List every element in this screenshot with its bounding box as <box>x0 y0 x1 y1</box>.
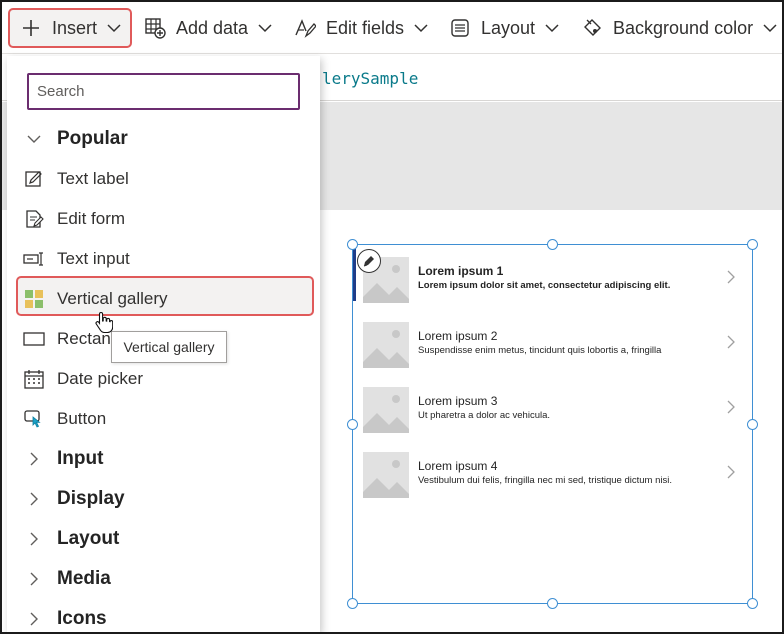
insert-item-date-picker[interactable]: Date picker <box>7 359 320 399</box>
rectangle-icon <box>23 328 45 350</box>
insert-item-label: Button <box>57 409 107 428</box>
resize-handle-top[interactable] <box>547 239 558 250</box>
gallery-item-title: Lorem ipsum 3 <box>418 394 498 408</box>
insert-item-label: Text label <box>57 169 129 188</box>
gallery-item-subtitle: Suspendisse enim metus, tincidunt quis l… <box>418 345 662 356</box>
resize-handle-left[interactable] <box>347 419 358 430</box>
chevron-right-icon[interactable] <box>725 399 737 415</box>
button-icon <box>23 408 45 430</box>
chevron-right-icon[interactable] <box>725 334 737 350</box>
edit-fields-label: Edit fields <box>326 17 405 38</box>
chevron-right-icon <box>23 568 45 590</box>
chevron-down-icon <box>545 23 559 33</box>
plus-icon <box>20 17 42 39</box>
chevron-down-icon <box>258 23 272 33</box>
layout-icon <box>449 17 471 39</box>
pencil-icon[interactable] <box>357 249 381 273</box>
add-data-label: Add data <box>176 17 249 38</box>
gallery-item-subtitle: Ut pharetra a dolor ac vehicula. <box>418 410 551 421</box>
resize-handle-top-left[interactable] <box>347 239 358 250</box>
table-add-icon <box>144 17 166 39</box>
paint-bucket-icon <box>581 17 603 39</box>
gallery-item-title: Lorem ipsum 1 <box>418 264 504 278</box>
chevron-down-icon <box>107 23 121 33</box>
background-color-label: Background color <box>613 17 754 38</box>
insert-item-edit-form[interactable]: Edit form <box>7 199 320 239</box>
gallery-item-subtitle: Vestibulum dui felis, fringilla nec mi s… <box>418 475 672 486</box>
category-label: Layout <box>57 528 120 549</box>
insert-item-button[interactable]: Button <box>7 399 320 439</box>
insert-item-label: Vertical gallery <box>57 289 168 308</box>
background-color-button[interactable]: Background color <box>581 8 777 48</box>
edit-fields-button[interactable]: Edit fields <box>294 8 428 48</box>
chevron-right-icon <box>23 448 45 470</box>
chevron-right-icon <box>23 488 45 510</box>
vertical-gallery-icon <box>23 288 45 310</box>
category-label: Icons <box>57 608 107 629</box>
image-placeholder-icon <box>363 387 409 433</box>
category-input[interactable]: Input <box>7 439 320 479</box>
image-placeholder-icon <box>363 322 409 368</box>
insert-item-text-label[interactable]: Text label <box>7 159 320 199</box>
category-label: Media <box>57 568 111 589</box>
category-layout[interactable]: Layout <box>7 519 320 559</box>
category-display[interactable]: Display <box>7 479 320 519</box>
chevron-down-icon <box>414 23 428 33</box>
resize-handle-top-right[interactable] <box>747 239 758 250</box>
chevron-right-icon[interactable] <box>725 269 737 285</box>
layout-label: Layout <box>481 17 536 38</box>
category-media[interactable]: Media <box>7 559 320 599</box>
date-picker-icon <box>23 368 45 390</box>
hand-cursor-icon <box>95 311 114 338</box>
gallery-item[interactable]: Lorem ipsum 4 Vestibulum dui felis, frin… <box>353 440 752 502</box>
category-icons[interactable]: Icons <box>7 599 320 632</box>
command-bar: Insert Add data Edit fields Layout Backg… <box>2 2 782 54</box>
edit-fields-icon <box>294 17 316 39</box>
category-label: Display <box>57 488 125 509</box>
insert-item-label: Text input <box>57 249 130 268</box>
gallery-item-subtitle: Lorem ipsum dolor sit amet, consectetur … <box>418 280 671 291</box>
resize-handle-bottom[interactable] <box>547 598 558 609</box>
layout-button[interactable]: Layout <box>449 8 559 48</box>
chevron-down-icon <box>23 128 45 150</box>
add-data-button[interactable]: Add data <box>144 8 272 48</box>
insert-item-label: Date picker <box>57 369 143 388</box>
insert-item-text-input[interactable]: Text input <box>7 239 320 279</box>
gallery-item[interactable]: Lorem ipsum 2 Suspendisse enim metus, ti… <box>353 310 752 372</box>
resize-handle-right[interactable] <box>747 419 758 430</box>
insert-item-vertical-gallery[interactable]: Vertical gallery <box>7 279 320 319</box>
formula-value: lerySample <box>322 69 419 88</box>
resize-handle-bottom-left[interactable] <box>347 598 358 609</box>
gallery-item-title: Lorem ipsum 2 <box>418 329 498 343</box>
text-input-icon <box>23 248 45 270</box>
insert-item-label: Edit form <box>57 209 126 228</box>
category-popular[interactable]: Popular <box>7 119 320 159</box>
tooltip: Vertical gallery <box>111 331 227 363</box>
text-label-icon <box>23 168 45 190</box>
gallery-item[interactable]: Lorem ipsum 1 Lorem ipsum dolor sit amet… <box>353 245 752 307</box>
category-label: Popular <box>57 128 128 149</box>
edit-form-icon <box>23 208 45 230</box>
resize-handle-bottom-right[interactable] <box>747 598 758 609</box>
chevron-right-icon <box>23 608 45 630</box>
chevron-right-icon[interactable] <box>725 464 737 480</box>
search-input[interactable] <box>27 73 300 110</box>
chevron-right-icon <box>23 528 45 550</box>
image-placeholder-icon <box>363 452 409 498</box>
insert-label: Insert <box>52 17 98 38</box>
gallery-item-title: Lorem ipsum 4 <box>418 459 498 473</box>
vertical-gallery-control[interactable]: Lorem ipsum 1 Lorem ipsum dolor sit amet… <box>352 244 753 604</box>
insert-button[interactable]: Insert <box>8 8 132 48</box>
gallery-item[interactable]: Lorem ipsum 3 Ut pharetra a dolor ac veh… <box>353 375 752 437</box>
category-label: Input <box>57 448 104 469</box>
chevron-down-icon <box>763 23 777 33</box>
